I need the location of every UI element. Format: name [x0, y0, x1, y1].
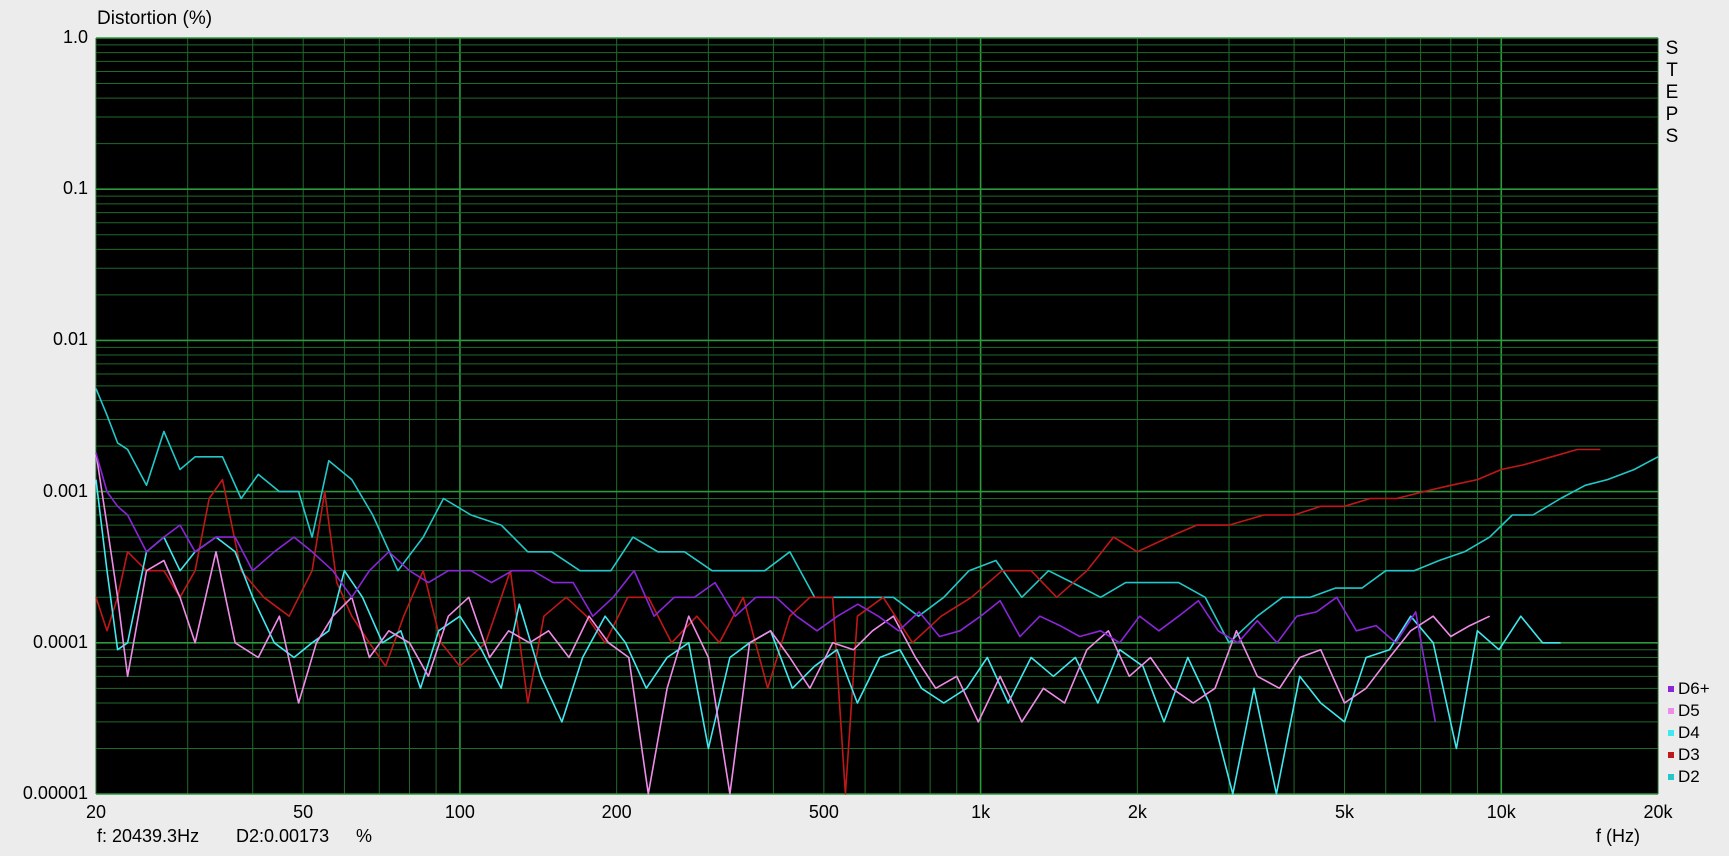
legend-swatch: [1668, 774, 1674, 780]
x-tick-label: 50: [293, 802, 314, 822]
legend-label: D3: [1678, 745, 1700, 764]
legend-label: D5: [1678, 701, 1700, 720]
legend-item[interactable]: D2: [1668, 766, 1700, 788]
distortion-chart[interactable]: [0, 0, 1729, 856]
y-tick-label: 1.0: [62, 27, 88, 47]
y-tick-label: 0.00001: [22, 783, 88, 803]
x-tick-label: 20: [85, 802, 107, 822]
x-tick-label: 20k: [1643, 802, 1673, 822]
y-tick-label: 0.1: [62, 178, 88, 199]
legend-swatch: [1668, 752, 1674, 758]
legend-item[interactable]: D5: [1668, 700, 1700, 722]
x-tick-label: 1k: [971, 802, 991, 822]
y-axis-title: Distortion (%): [97, 8, 213, 29]
legend-item[interactable]: D6+: [1668, 678, 1710, 700]
y-tick-label: 0.01: [52, 329, 88, 350]
legend-swatch: [1668, 686, 1674, 692]
steps-letter: T: [1666, 60, 1678, 81]
legend-label: D2: [1678, 767, 1700, 786]
steps-letter: S: [1665, 126, 1679, 147]
x-tick-label: 2k: [1127, 802, 1147, 822]
cursor-value-readout: D2:0.00173: [236, 826, 330, 846]
x-tick-label: 10k: [1486, 802, 1516, 822]
cursor-frequency-readout: f: 20439.3Hz: [97, 826, 200, 846]
x-tick-label: 200: [601, 802, 632, 822]
legend-label: D4: [1678, 723, 1700, 742]
legend-item[interactable]: D4: [1668, 722, 1700, 744]
steps-letter: P: [1665, 104, 1679, 125]
x-axis-title: f (Hz): [1596, 826, 1640, 846]
steps-letter: S: [1665, 38, 1679, 59]
cursor-unit-readout: %: [356, 826, 373, 846]
steps-side-label: STEPS: [1664, 38, 1680, 148]
steps-letter: E: [1665, 82, 1679, 103]
y-tick-label: 0.0001: [32, 631, 88, 652]
legend-swatch: [1668, 708, 1674, 714]
x-tick-label: 100: [444, 802, 475, 822]
plot-area[interactable]: [96, 38, 1658, 794]
y-tick-label: 0.001: [42, 480, 88, 501]
legend-item[interactable]: D3: [1668, 744, 1700, 766]
x-tick-label: 500: [808, 802, 839, 822]
x-tick-label: 5k: [1335, 802, 1355, 822]
legend-label: D6+: [1678, 679, 1710, 698]
legend-swatch: [1668, 730, 1674, 736]
